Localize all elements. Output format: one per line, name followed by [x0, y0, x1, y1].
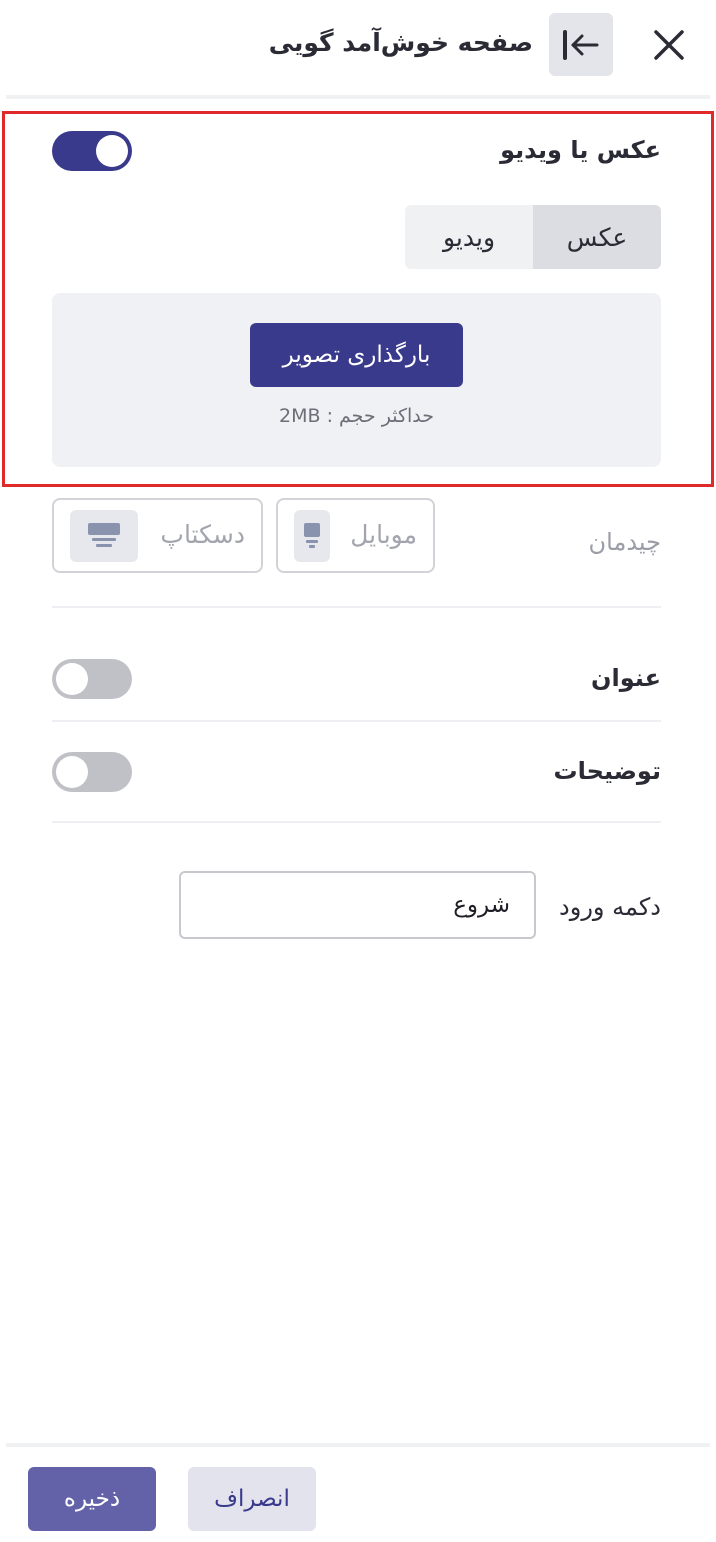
panel-title: صفحه خوش‌آمد گویی	[268, 28, 533, 57]
title-toggle[interactable]	[52, 659, 132, 699]
description-label: توضیحات	[553, 757, 661, 785]
tab-video[interactable]: ویدیو	[405, 205, 533, 269]
header-divider	[6, 95, 710, 99]
upload-image-button[interactable]: بارگذاری تصویر	[250, 323, 463, 387]
panel-header: صفحه خوش‌آمد گویی	[0, 0, 716, 90]
layout-option-mobile[interactable]: موبایل	[276, 498, 435, 573]
layout-option-label: موبایل	[350, 520, 417, 549]
layout-label: چیدمان	[588, 528, 661, 556]
toggle-knob	[96, 135, 128, 167]
footer-divider	[6, 1443, 710, 1447]
section-divider	[52, 606, 661, 608]
tab-image[interactable]: عکس	[533, 205, 661, 269]
entry-button-text-input[interactable]	[179, 871, 536, 939]
upload-size-hint: حداکثر حجم : 2MB	[279, 405, 434, 427]
desktop-icon	[70, 510, 138, 562]
section-divider	[52, 821, 661, 823]
collapse-left-arrow-icon	[563, 29, 599, 60]
section-divider	[52, 720, 661, 722]
media-toggle[interactable]	[52, 131, 132, 171]
title-label: عنوان	[591, 664, 661, 692]
cancel-button[interactable]: انصراف	[188, 1467, 316, 1531]
layout-option-desktop[interactable]: دسکتاپ	[52, 498, 263, 573]
close-icon	[654, 30, 684, 60]
layout-option-label: دسکتاپ	[160, 520, 245, 549]
upload-area: بارگذاری تصویر حداکثر حجم : 2MB	[52, 293, 661, 467]
collapse-panel-button[interactable]	[549, 13, 613, 76]
entry-button-label: دکمه ورود	[559, 893, 661, 921]
mobile-icon	[294, 510, 330, 562]
save-button[interactable]: ذخیره	[28, 1467, 156, 1531]
media-type-tabs: ویدیو عکس	[405, 205, 661, 269]
close-button[interactable]	[640, 16, 698, 74]
toggle-knob	[56, 756, 88, 788]
description-toggle[interactable]	[52, 752, 132, 792]
media-section-label: عکس یا ویدیو	[500, 136, 661, 164]
toggle-knob	[56, 663, 88, 695]
